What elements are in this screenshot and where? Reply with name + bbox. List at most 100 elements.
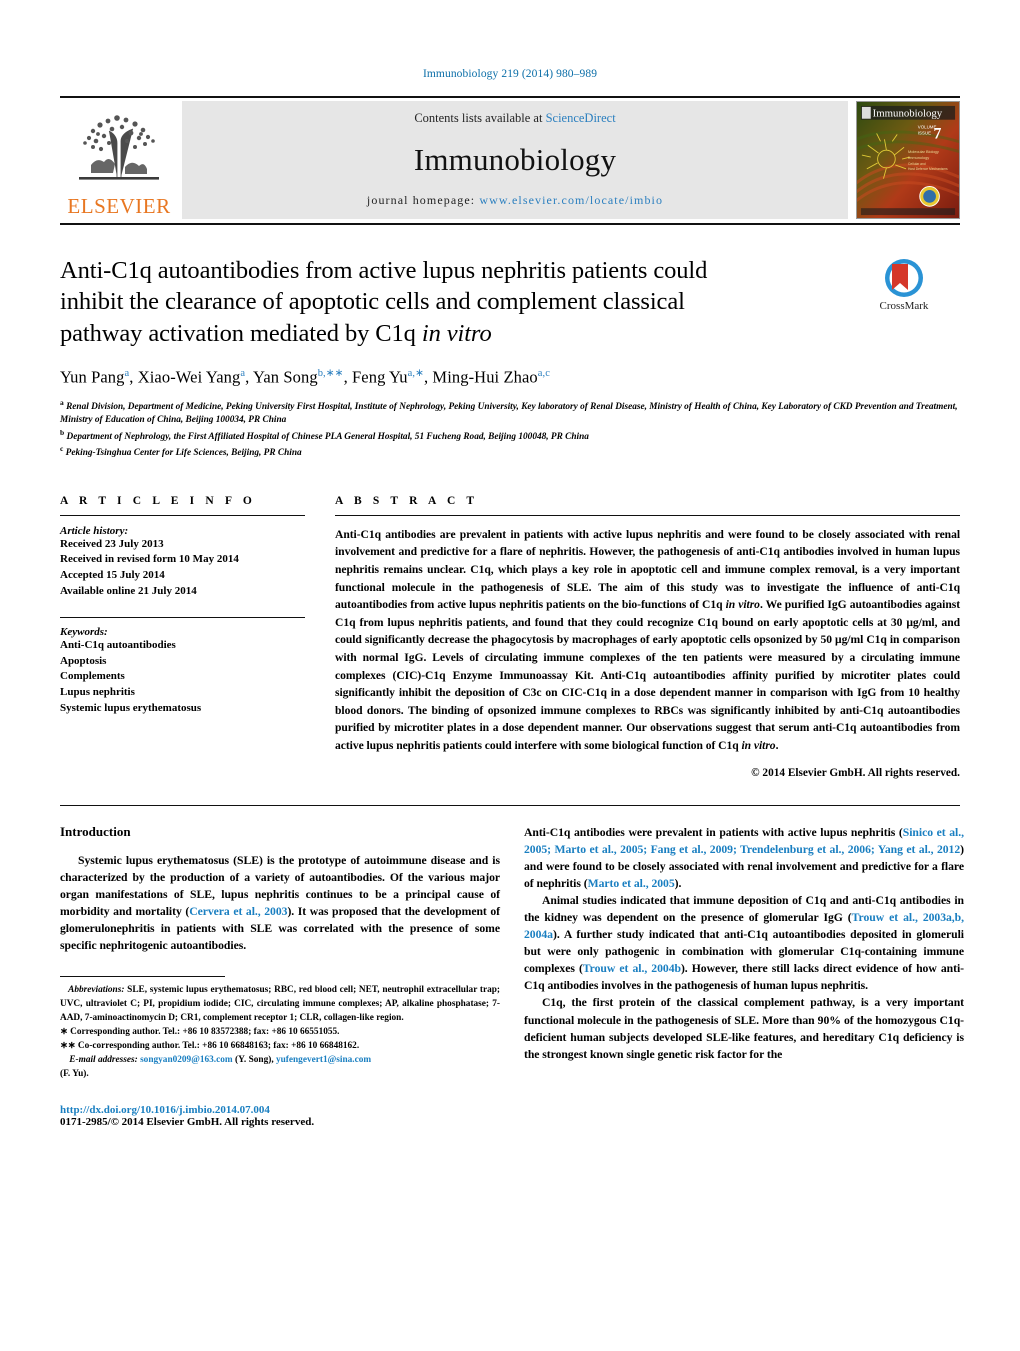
crossmark-label: CrossMark bbox=[879, 300, 929, 312]
svg-text:Molecular Biology: Molecular Biology bbox=[908, 149, 939, 154]
keyword-4: Lupus nephritis bbox=[60, 686, 135, 698]
title-block: CrossMark Anti-C1q autoantibodies from a… bbox=[60, 255, 960, 461]
svg-text:ISSUE: ISSUE bbox=[918, 130, 931, 135]
intro-paragraph-right-3: C1q, the first protein of the classical … bbox=[524, 996, 964, 1061]
email-link-yu[interactable]: yufengevert1@sina.com bbox=[276, 1055, 371, 1065]
crossmark-badge[interactable]: CrossMark bbox=[848, 257, 960, 312]
article-history-label: Article history: bbox=[60, 524, 129, 537]
body-columns: Introduction Systemic lupus erythematosu… bbox=[60, 824, 964, 1128]
affiliation-c-text: Peking-Tsinghua Center for Life Sciences… bbox=[65, 448, 302, 459]
svg-text:Host Defence Mechanisms: Host Defence Mechanisms bbox=[908, 167, 948, 171]
author-4-marks: a,∗ bbox=[407, 368, 424, 380]
doi-link[interactable]: http://dx.doi.org/10.1016/j.imbio.2014.0… bbox=[60, 1104, 500, 1116]
elsevier-logo: ELSEVIER bbox=[60, 101, 178, 219]
journal-homepage-line: journal homepage: www.elsevier.com/locat… bbox=[367, 193, 663, 208]
history-online: Available online 21 July 2014 bbox=[60, 584, 197, 597]
history-revised: Received in revised form 10 May 2014 bbox=[60, 553, 239, 566]
abstract-part-2: . We purified IgG autoantibodies against… bbox=[335, 598, 961, 753]
page-title: Anti-C1q autoantibodies from active lupu… bbox=[60, 255, 810, 349]
article-info-rule bbox=[60, 514, 305, 516]
author-2[interactable]: Xiao-Wei Yang bbox=[138, 368, 241, 387]
email-footnote: E-mail addresses: songyan0209@163.com (Y… bbox=[60, 1054, 500, 1082]
intro-right-1-c: ). bbox=[674, 876, 682, 890]
title-line-3: pathway activation mediated by C1q bbox=[60, 319, 422, 347]
intro-right-1-a: Anti-C1q antibodies were prevalent in pa… bbox=[524, 825, 903, 839]
abstract-italic-1: in vitro bbox=[725, 598, 760, 612]
sciencedirect-link[interactable]: ScienceDirect bbox=[546, 111, 616, 125]
abbreviations-footnote: Abbreviations: SLE, systemic lupus eryth… bbox=[60, 984, 500, 1026]
abbreviations-label: Abbreviations: bbox=[68, 985, 125, 996]
journal-homepage-link[interactable]: www.elsevier.com/locate/imbio bbox=[479, 193, 663, 207]
citation-trouw-2004b[interactable]: Trouw et al., 2004b bbox=[583, 962, 681, 975]
homepage-prefix: journal homepage: bbox=[366, 193, 480, 207]
affiliation-a: a Renal Division, Department of Medicine… bbox=[60, 398, 960, 428]
email-owner-yu: (F. Yu). bbox=[60, 1068, 89, 1079]
cover-artwork: Immunobiology 7 VOLUME ISSUE Molecular B… bbox=[857, 102, 959, 218]
affiliation-b-mark: b bbox=[60, 427, 65, 437]
keyword-1: Anti-C1q autoantibodies bbox=[60, 639, 176, 652]
contents-prefix: Contents lists available at bbox=[414, 111, 546, 125]
issn-copyright-line: 0171-2985/© 2014 Elsevier GmbH. All righ… bbox=[60, 1115, 315, 1128]
svg-text:VOLUME: VOLUME bbox=[918, 125, 937, 130]
author-1[interactable]: Yun Pang bbox=[60, 368, 125, 387]
abstract-rule bbox=[335, 514, 960, 516]
author-5[interactable]: Ming-Hui Zhao bbox=[432, 368, 537, 387]
affiliation-a-text: Renal Division, Department of Medicine, … bbox=[60, 401, 958, 426]
svg-text:Immunology: Immunology bbox=[908, 155, 929, 160]
title-line-2: inhibit the clearance of apoptotic cells… bbox=[60, 288, 685, 316]
title-italic-invitro: in vitro bbox=[421, 319, 492, 347]
affiliation-b-text: Department of Nephrology, the First Affi… bbox=[66, 431, 589, 442]
abbreviations-text: SLE, systemic lupus erythematosus; RBC, … bbox=[60, 985, 500, 1023]
body-column-left: Introduction Systemic lupus erythematosu… bbox=[60, 824, 500, 1128]
keywords-label: Keywords: bbox=[60, 626, 108, 639]
history-received: Received 23 July 2013 bbox=[60, 537, 164, 550]
corresponding-author-footnote: ∗ Corresponding author. Tel.: +86 10 835… bbox=[60, 1026, 340, 1037]
intro-paragraph-left-1: Systemic lupus erythematosus (SLE) is th… bbox=[60, 852, 500, 954]
affiliation-list: a Renal Division, Department of Medicine… bbox=[60, 398, 960, 461]
author-2-marks: a bbox=[240, 368, 246, 380]
title-line-1: Anti-C1q autoantibodies from active lupu… bbox=[60, 257, 708, 284]
journal-cover-thumbnail: Immunobiology 7 VOLUME ISSUE Molecular B… bbox=[856, 101, 960, 219]
affiliation-b: b Department of Nephrology, the First Af… bbox=[60, 428, 960, 445]
cover-journal-title: Immunobiology bbox=[873, 108, 943, 120]
citation-cervera-2003[interactable]: Cervera et al., 2003 bbox=[189, 905, 287, 918]
journal-title: Immunobiology bbox=[413, 141, 617, 177]
keyword-5: Systemic lupus erythematosus bbox=[60, 701, 202, 714]
crossmark-icon bbox=[885, 259, 923, 297]
journal-article-page: Immunobiology 219 (2014) 980–989 ELSEVIE… bbox=[0, 0, 1020, 1351]
abstract-copyright: © 2014 Elsevier GmbH. All rights reserve… bbox=[751, 766, 960, 779]
author-4[interactable]: Feng Yu bbox=[352, 368, 408, 387]
citation-marto-2005[interactable]: Marto et al., 2005 bbox=[588, 877, 675, 890]
article-info-heading: A R T I C L E I N F O bbox=[60, 494, 256, 507]
elsevier-tree-icon bbox=[79, 115, 159, 180]
contents-available-line: Contents lists available at ScienceDirec… bbox=[414, 111, 615, 126]
abstract-part-3: . bbox=[775, 739, 779, 753]
author-list: Yun Panga, Xiao-Wei Yanga, Yan Songb,∗∗,… bbox=[60, 367, 550, 387]
author-3[interactable]: Yan Song bbox=[253, 368, 318, 387]
masthead-top-rule bbox=[60, 96, 960, 98]
introduction-heading: Introduction bbox=[60, 823, 131, 839]
co-corresponding-author-footnote: ∗∗ Co-corresponding author. Tel.: +86 10… bbox=[60, 1040, 360, 1051]
affiliation-a-mark: a bbox=[60, 397, 64, 407]
body-column-right: Anti-C1q antibodies were prevalent in pa… bbox=[524, 824, 964, 1128]
keyword-3: Complements bbox=[60, 670, 125, 683]
journal-masthead: ELSEVIER Contents lists available at Sci… bbox=[60, 96, 960, 225]
intro-paragraph-right-2: Animal studies indicated that immune dep… bbox=[524, 892, 964, 994]
body-separator-rule bbox=[60, 804, 960, 806]
intro-paragraph-right-1: Anti-C1q antibodies were prevalent in pa… bbox=[524, 824, 964, 892]
keywords-block: Keywords: Anti-C1q autoantibodies Apopto… bbox=[60, 617, 305, 716]
info-abstract-region: A R T I C L E I N F O Article history: R… bbox=[60, 495, 960, 779]
abstract-italic-2: in vitro bbox=[741, 739, 776, 753]
elsevier-wordmark: ELSEVIER bbox=[67, 194, 171, 218]
email-link-song[interactable]: songyan0209@163.com bbox=[140, 1055, 233, 1065]
keyword-2: Apoptosis bbox=[60, 654, 107, 667]
footnote-separator-rule bbox=[60, 976, 225, 978]
keywords-rule bbox=[60, 617, 305, 619]
history-accepted: Accepted 15 July 2014 bbox=[60, 568, 165, 581]
author-3-marks: b,∗∗ bbox=[317, 368, 344, 380]
affiliation-c: c Peking-Tsinghua Center for Life Scienc… bbox=[60, 444, 960, 461]
author-5-marks: a,c bbox=[537, 368, 550, 380]
journal-band: Contents lists available at ScienceDirec… bbox=[182, 101, 848, 219]
abstract-text: Anti-C1q antibodies are prevalent in pat… bbox=[335, 526, 960, 755]
masthead-bottom-rule bbox=[60, 223, 960, 225]
